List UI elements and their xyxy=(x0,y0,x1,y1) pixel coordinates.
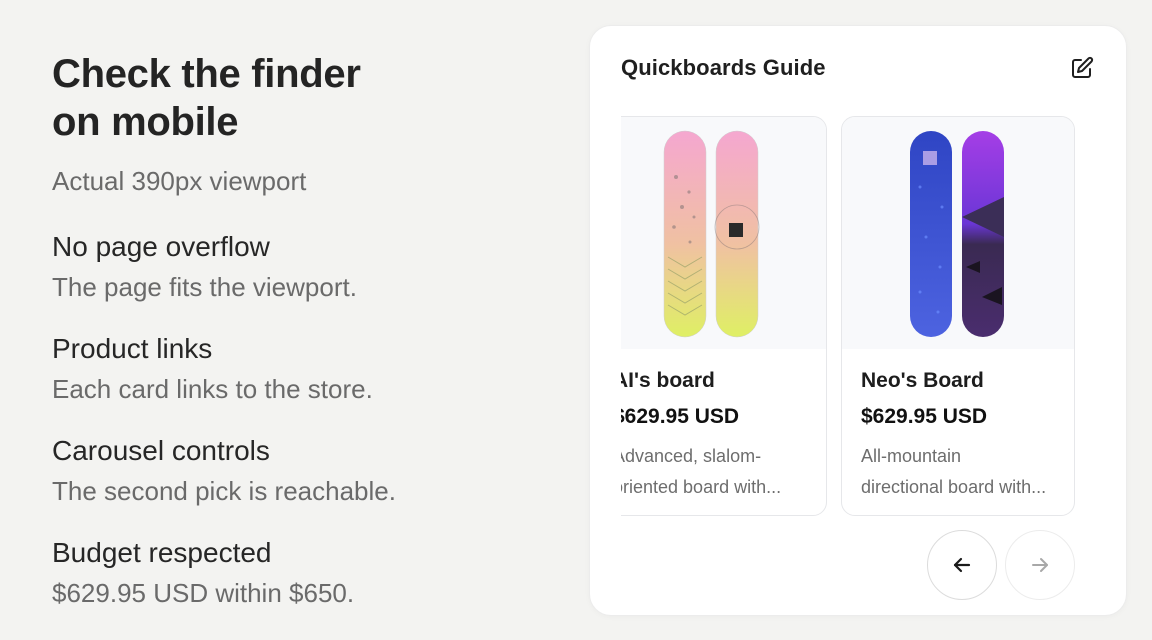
product-image xyxy=(842,117,1074,349)
check-item: Budget respected $629.95 USD within $650… xyxy=(52,537,522,609)
carousel-prev-button[interactable] xyxy=(927,530,997,600)
product-name: AI's board xyxy=(621,369,715,392)
check-item: Carousel controls The second pick is rea… xyxy=(52,435,522,507)
snowboard-image xyxy=(910,131,1004,337)
check-desc: $629.95 USD within $650. xyxy=(52,578,355,608)
headline-line2: on mobile xyxy=(52,100,239,144)
product-card-ai[interactable]: AI's board $629.95 USD Advanced, slalom-… xyxy=(621,116,827,516)
check-desc: Each card links to the store. xyxy=(52,374,373,404)
product-carousel[interactable]: AI's board $629.95 USD Advanced, slalom-… xyxy=(621,116,1101,526)
check-desc: The second pick is reachable. xyxy=(52,476,396,506)
check-title: No page overflow xyxy=(52,231,270,262)
check-title: Carousel controls xyxy=(52,435,270,466)
product-description: oriented board with... xyxy=(621,477,782,497)
check-item: Product links Each card links to the sto… xyxy=(52,333,522,405)
check-item: No page overflow The page fits the viewp… xyxy=(52,231,522,303)
check-list: No page overflow The page fits the viewp… xyxy=(52,231,522,609)
headline-line1: Check the finder xyxy=(52,52,361,96)
arrow-right-icon xyxy=(1032,558,1048,572)
carousel-next-button[interactable] xyxy=(1005,530,1075,600)
product-card-neo[interactable]: Neo's Board $629.95 USD All-mountain dir… xyxy=(841,116,1075,516)
product-image xyxy=(621,117,826,349)
check-title: Budget respected xyxy=(52,537,272,568)
subtitle: Actual 390px viewport xyxy=(52,166,307,196)
product-price: $629.95 USD xyxy=(621,405,740,428)
phone-preview: Quickboards Guide AI's board $629.95 USD… xyxy=(589,25,1127,616)
card-body: AI's board $629.95 USD Advanced, slalom-… xyxy=(621,349,826,503)
arrow-left-icon xyxy=(953,557,971,573)
edit-icon xyxy=(1072,56,1094,78)
check-title: Product links xyxy=(52,333,213,364)
phone-header: Quickboards Guide xyxy=(621,52,1096,84)
headline: Check the finder on mobile xyxy=(52,50,522,146)
check-desc: The page fits the viewport. xyxy=(52,272,357,302)
left-panel: Check the finder on mobile Actual 390px … xyxy=(52,50,522,609)
phone-title: Quickboards Guide xyxy=(621,55,826,80)
product-price: $629.95 USD xyxy=(861,405,988,428)
card-body: Neo's Board $629.95 USD All-mountain dir… xyxy=(842,349,1074,503)
snowboard-image xyxy=(663,130,760,338)
product-name: Neo's Board xyxy=(861,369,984,392)
product-description: Advanced, slalom- xyxy=(621,446,762,466)
edit-button[interactable] xyxy=(1068,54,1096,82)
product-description: All-mountain xyxy=(861,446,962,466)
product-description: directional board with... xyxy=(861,477,1047,497)
